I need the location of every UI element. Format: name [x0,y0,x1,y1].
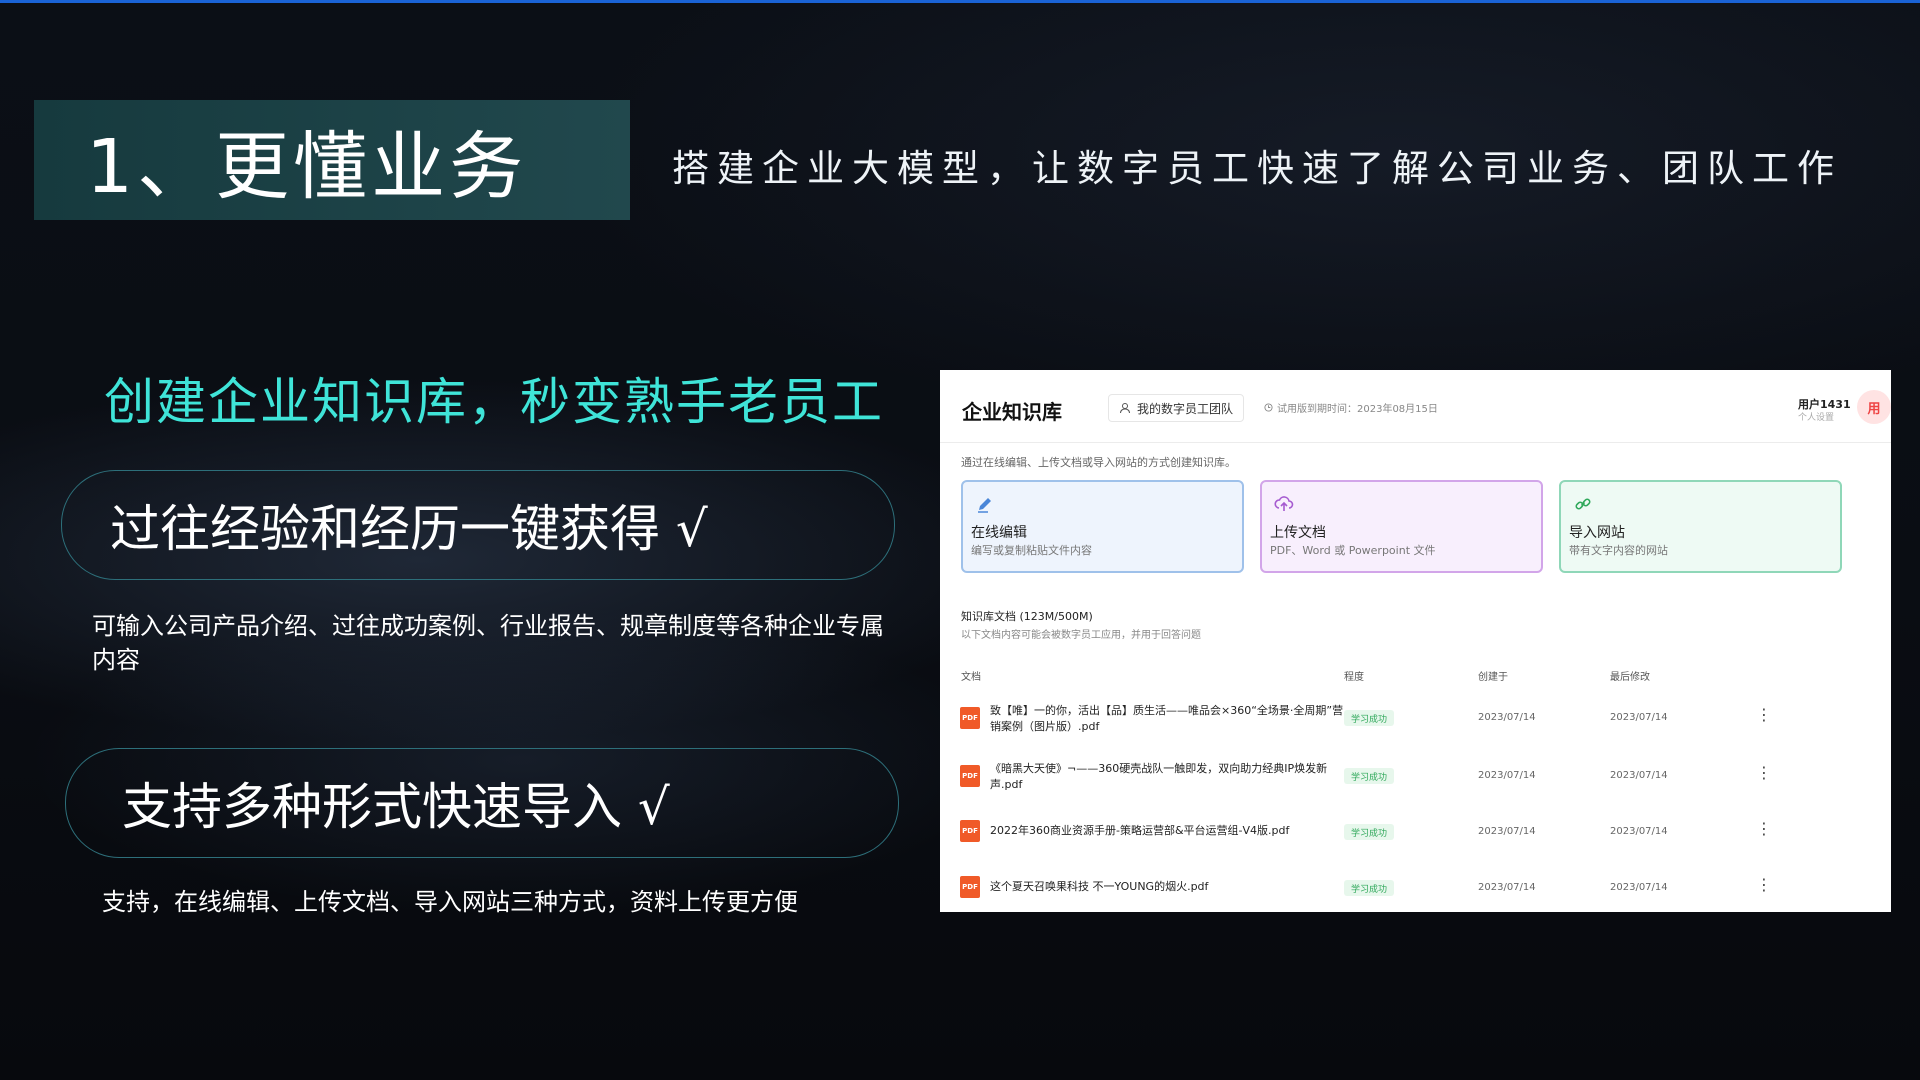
feature-description: 支持，在线编辑、上传文档、导入网站三种方式，资料上传更方便 [102,888,798,916]
pdf-file-icon: PDF [960,876,980,898]
trial-expiry: 试用版到期时间：2023年08月15日 [1264,400,1438,415]
section-heading: 创建企业知识库，秒变熟手老员工 [104,373,884,431]
card-title: 上传文档 [1270,525,1326,541]
table-row[interactable]: PDF 2022年360商业资源手册-策略运营部&平台运营组-V4版.pdf 学… [940,818,1891,874]
team-icon [1120,403,1130,414]
feature-pill-label: 过往经验和经历一键获得 √ [110,500,708,558]
pencil-icon [978,498,991,513]
card-desc: PDF、Word 或 Powerpoint 文件 [1270,544,1436,557]
app-header: 企业知识库 我的数字员工团队 试用版到期时间：2023年08月15日 用户143… [940,370,1891,443]
modified-date: 2023/07/14 [1610,826,1668,837]
modified-date: 2023/07/14 [1610,882,1668,893]
more-options-icon[interactable]: ⋮ [1756,821,1772,837]
status-badge: 学习成功 [1344,768,1395,784]
column-header-modified: 最后修改 [1610,672,1650,683]
team-label: 我的数字员工团队 [1137,401,1234,416]
created-date: 2023/07/14 [1478,712,1536,723]
column-header-created: 创建于 [1478,672,1508,683]
card-title: 导入网站 [1569,525,1625,541]
create-hint: 通过在线编辑、上传文档或导入网站的方式创建知识库。 [961,456,1236,469]
avatar[interactable]: 用 [1857,390,1891,424]
more-options-icon[interactable]: ⋮ [1756,765,1772,781]
app-title: 企业知识库 [962,400,1062,424]
table-row[interactable]: PDF 《暗黑大天使》¬——360硬壳战队一触即发，双向助力经典IP焕发新声.p… [940,758,1891,814]
table-row[interactable]: PDF 这个夏天召唤果科技 不一YOUNG的烟火.pdf 学习成功 2023/0… [940,874,1891,912]
knowledge-base-app: 企业知识库 我的数字员工团队 试用版到期时间：2023年08月15日 用户143… [940,370,1891,912]
pdf-file-icon: PDF [960,820,980,842]
created-date: 2023/07/14 [1478,882,1536,893]
more-options-icon[interactable]: ⋮ [1756,707,1772,723]
slide-subtitle: 搭建企业大模型，让数字员工快速了解公司业务、团队工作 [672,147,1842,190]
feature-pill-label: 支持多种形式快速导入 √ [122,778,670,836]
link-icon [1575,498,1591,510]
status-badge: 学习成功 [1344,880,1395,896]
status-badge: 学习成功 [1344,824,1395,840]
feature-description: 可输入公司产品介绍、过往成功案例、行业报告、规章制度等各种企业专属内容 [92,612,884,674]
document-name[interactable]: 这个夏天召唤果科技 不一YOUNG的烟火.pdf [990,879,1345,895]
modified-date: 2023/07/14 [1610,770,1668,781]
team-selector[interactable]: 我的数字员工团队 [1108,394,1245,422]
slide-title: 1、更懂业务 [86,123,528,210]
feature-pill-experience: 过往经验和经历一键获得 √ [61,470,895,580]
modified-date: 2023/07/14 [1610,712,1668,723]
feature-pill-import: 支持多种形式快速导入 √ [65,748,899,858]
cloud-upload-icon [1274,496,1294,511]
top-accent-line [0,0,1920,3]
user-settings-link[interactable]: 个人设置 [1798,410,1834,423]
pdf-file-icon: PDF [960,765,980,787]
import-website-card[interactable]: 导入网站 带有文字内容的网站 [1559,480,1842,573]
online-edit-card[interactable]: 在线编辑 编写或复制粘贴文件内容 [961,480,1244,573]
document-name[interactable]: 《暗黑大天使》¬——360硬壳战队一触即发，双向助力经典IP焕发新声.pdf [990,761,1345,793]
document-name[interactable]: 致【唯】一的你，活出【品】质生活——唯品会×360“全场景·全周期”营销案例（图… [990,703,1345,735]
column-header-document: 文档 [961,672,981,683]
upload-document-card[interactable]: 上传文档 PDF、Word 或 Powerpoint 文件 [1260,480,1543,573]
clock-icon [1264,403,1273,412]
column-header-status: 程度 [1344,672,1364,683]
table-row[interactable]: PDF 致【唯】一的你，活出【品】质生活——唯品会×360“全场景·全周期”营销… [940,700,1891,756]
slide-title-box: 1、更懂业务 [34,100,630,220]
pdf-file-icon: PDF [960,707,980,729]
card-title: 在线编辑 [971,525,1027,541]
status-badge: 学习成功 [1344,710,1395,726]
card-desc: 编写或复制粘贴文件内容 [971,544,1092,557]
more-options-icon[interactable]: ⋮ [1756,877,1772,893]
created-date: 2023/07/14 [1478,826,1536,837]
document-name[interactable]: 2022年360商业资源手册-策略运营部&平台运营组-V4版.pdf [990,823,1345,839]
library-title: 知识库文档 (123M/500M) [961,610,1093,623]
card-desc: 带有文字内容的网站 [1569,544,1668,557]
library-subtitle: 以下文档内容可能会被数字员工应用，并用于回答问题 [961,630,1201,641]
trial-text: 试用版到期时间：2023年08月15日 [1277,404,1438,415]
created-date: 2023/07/14 [1478,770,1536,781]
